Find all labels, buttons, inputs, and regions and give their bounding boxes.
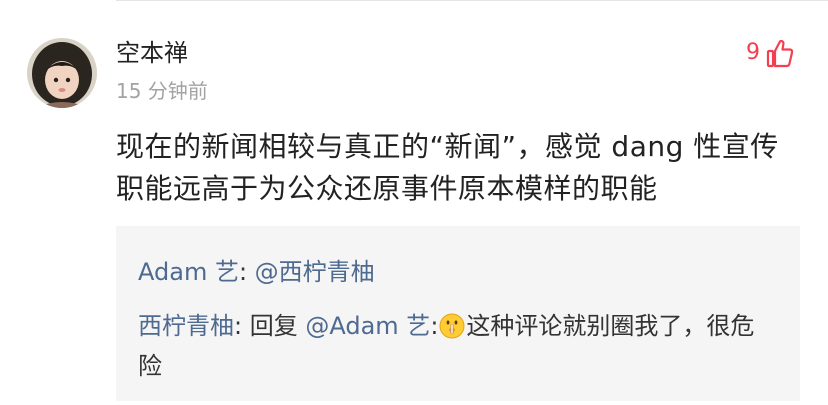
comment-author[interactable]: 空本禅 xyxy=(116,38,188,68)
reply-author[interactable]: 西柠青柚 xyxy=(138,312,234,340)
replies-box[interactable]: Adam 艺: @西柠青柚 西柠青柚: 回复 @Adam 艺: 这种评论就别圈我… xyxy=(116,226,800,401)
comment-timestamp: 15 分钟前 xyxy=(116,79,208,103)
reply-separator: : xyxy=(234,312,250,340)
reply-item: 西柠青柚: 回复 @Adam 艺: 这种评论就别圈我了，很危险 xyxy=(138,306,778,386)
reply-colon: : xyxy=(430,312,439,340)
reply-separator: : xyxy=(238,258,255,286)
shush-emoji-icon xyxy=(439,313,465,339)
like-count: 9 xyxy=(746,40,760,65)
comment-text: 现在的新闻相较与真正的“新闻”，感觉 dang 性宣传职能远高于为公众还原事件原… xyxy=(116,130,779,205)
reply-author[interactable]: Adam 艺 xyxy=(138,258,239,286)
reply-mention[interactable]: @西柠青柚 xyxy=(255,258,375,286)
reply-mention[interactable]: @Adam 艺 xyxy=(305,312,430,340)
like-button[interactable]: 9 xyxy=(746,36,794,70)
reply-item: Adam 艺: @西柠青柚 xyxy=(138,252,778,292)
comment-card: 空本禅 15 分钟前 9 现在的新闻相较与真正的“新闻”，感觉 dang 性宣传… xyxy=(0,0,828,405)
divider xyxy=(116,0,828,1)
reply-prefix: 回复 xyxy=(249,312,306,340)
avatar[interactable] xyxy=(27,38,97,108)
thumbs-up-icon xyxy=(766,39,794,68)
